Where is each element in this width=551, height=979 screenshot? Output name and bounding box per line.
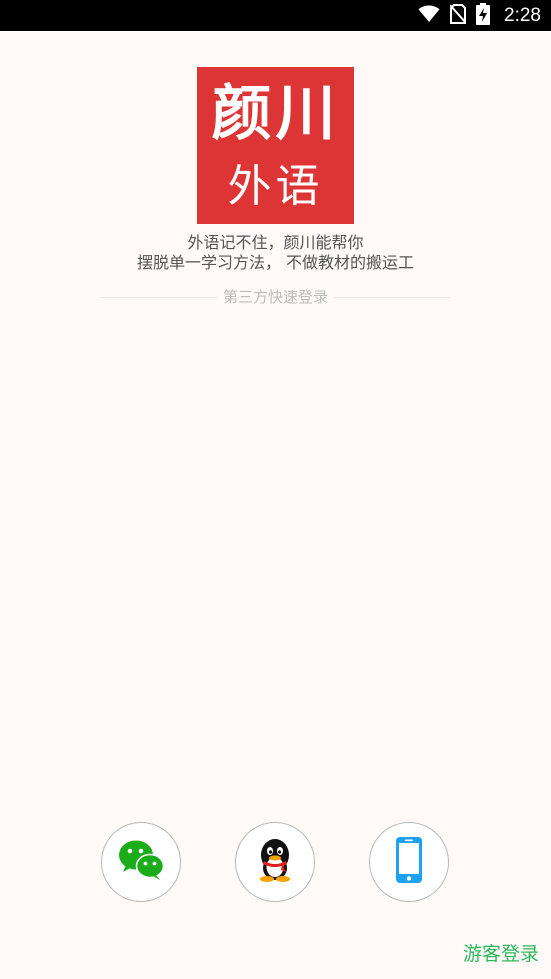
logo-line-1: 颜川 <box>211 79 340 149</box>
guest-login-link[interactable]: 游客登录 <box>463 942 539 966</box>
qq-login-button[interactable] <box>235 822 315 902</box>
status-bar: 2:28 <box>0 0 551 31</box>
wifi-icon <box>418 4 440 27</box>
quick-login-title: 第三方快速登录 <box>216 288 334 306</box>
status-time: 2:28 <box>504 4 541 26</box>
app-logo: 颜川 外语 <box>197 67 354 224</box>
phone-icon <box>396 837 422 887</box>
wechat-icon <box>118 839 165 885</box>
logo-line-2: 外语 <box>227 161 324 212</box>
battery-charging-icon <box>476 2 491 29</box>
status-icons: 2:28 <box>418 0 541 31</box>
no-sim-icon <box>449 3 467 28</box>
phone-login-button[interactable] <box>369 822 449 902</box>
slogan-line-2: 摆脱单一学习方法， 不做教材的搬运工 <box>136 253 415 272</box>
quick-login-title-wrap: 第三方快速登录 <box>0 287 551 307</box>
wechat-login-button[interactable] <box>101 822 181 902</box>
slogan-line-1: 外语记不住，颜川能帮你 <box>187 233 364 252</box>
qq-icon <box>256 837 294 887</box>
